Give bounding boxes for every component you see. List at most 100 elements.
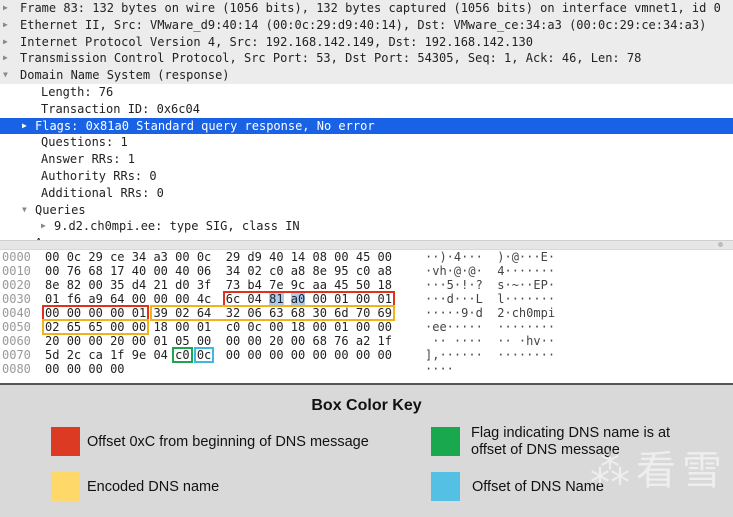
hex-byte[interactable]: 00 xyxy=(67,306,81,320)
hex-byte[interactable]: 00 xyxy=(153,292,167,306)
hex-byte[interactable]: 8e xyxy=(45,278,59,292)
hex-byte[interactable]: a8 xyxy=(291,264,305,278)
hex-byte[interactable]: 45 xyxy=(334,278,348,292)
tree-row[interactable]: ▼ Queries xyxy=(0,202,733,219)
hex-byte[interactable]: 01 xyxy=(197,320,211,334)
hex-byte[interactable]: 04 xyxy=(247,292,261,306)
hex-byte[interactable]: 00 xyxy=(226,348,240,362)
hex-byte[interactable]: 0c xyxy=(197,348,211,362)
hex-byte[interactable]: 76 xyxy=(67,264,81,278)
hex-byte[interactable]: 6c xyxy=(226,292,240,306)
hex-byte[interactable]: 00 xyxy=(110,306,124,320)
hex-bytes[interactable]: 00 0c 29 ce 34 a3 00 0c 29 d9 40 14 08 0… xyxy=(45,250,392,264)
hex-byte[interactable]: 39 xyxy=(153,306,167,320)
hex-byte[interactable]: 20 xyxy=(45,334,59,348)
hex-byte[interactable]: 7e xyxy=(269,278,283,292)
hex-ascii[interactable]: ],······ ········ xyxy=(425,348,555,362)
hex-byte[interactable]: ce xyxy=(110,250,124,264)
tree-row[interactable]: ▶ Transmission Control Protocol, Src Port… xyxy=(0,50,733,68)
pane-splitter[interactable] xyxy=(0,240,733,250)
hex-byte[interactable]: 68 xyxy=(88,264,102,278)
hex-byte[interactable]: 17 xyxy=(110,264,124,278)
hex-byte[interactable]: 35 xyxy=(110,278,124,292)
hex-bytes[interactable]: 20 00 00 20 00 01 05 00 00 00 20 00 68 7… xyxy=(45,334,392,348)
hex-byte[interactable]: f6 xyxy=(67,292,81,306)
hex-byte[interactable]: 29 xyxy=(226,250,240,264)
hex-byte[interactable]: 73 xyxy=(226,278,240,292)
hex-byte[interactable]: 00 xyxy=(312,320,326,334)
hex-byte[interactable]: 20 xyxy=(110,334,124,348)
hex-byte[interactable]: a2 xyxy=(356,334,370,348)
hex-byte[interactable]: aa xyxy=(312,278,326,292)
hex-bytes[interactable]: 00 00 00 00 xyxy=(45,362,125,376)
hex-byte[interactable]: 63 xyxy=(269,306,283,320)
hex-byte[interactable]: 00 xyxy=(247,348,261,362)
hex-byte[interactable]: 00 xyxy=(88,362,102,376)
tree-row[interactable]: Authority RRs: 0 xyxy=(0,168,733,185)
hex-byte[interactable]: 00 xyxy=(226,334,240,348)
packet-details-tree[interactable]: ▶ Frame 83: 132 bytes on wire (1056 bits)… xyxy=(0,0,733,240)
hex-bytes[interactable]: 5d 2c ca 1f 9e 04 c0 0c 00 00 00 00 00 0… xyxy=(45,348,392,362)
hex-byte[interactable]: 34 xyxy=(132,250,146,264)
expand-triangle-icon[interactable]: ▼ xyxy=(3,67,17,84)
hex-byte[interactable]: c0 xyxy=(269,264,283,278)
hex-byte[interactable]: 02 xyxy=(45,320,59,334)
hex-ascii[interactable]: ·ee····· ········ xyxy=(425,320,555,334)
hex-byte[interactable]: 00 xyxy=(378,348,392,362)
hex-byte[interactable]: 00 xyxy=(269,348,283,362)
hex-byte[interactable]: 00 xyxy=(334,250,348,264)
tree-row[interactable]: ▼ Domain Name System (response) xyxy=(0,67,733,84)
tree-row[interactable]: Questions: 1 xyxy=(0,134,733,151)
hex-byte[interactable]: 00 xyxy=(291,334,305,348)
hex-byte[interactable]: 00 xyxy=(110,362,124,376)
collapse-triangle-icon[interactable]: ▶ xyxy=(22,118,32,135)
tree-row[interactable]: ▶ Internet Protocol Version 4, Src: 192.1… xyxy=(0,33,733,51)
hex-byte[interactable]: 00 xyxy=(153,264,167,278)
hex-ascii[interactable]: ·· ···· ·· ·hv·· xyxy=(425,334,555,348)
hex-byte[interactable]: 00 xyxy=(378,250,392,264)
hex-byte[interactable]: 06 xyxy=(197,264,211,278)
hex-byte[interactable]: d0 xyxy=(175,278,189,292)
hex-ascii[interactable]: ···· xyxy=(425,362,454,376)
hex-byte[interactable]: c0 xyxy=(356,264,370,278)
hex-byte[interactable]: 40 xyxy=(132,264,146,278)
hex-byte[interactable]: 00 xyxy=(45,306,59,320)
hex-byte[interactable]: 00 xyxy=(88,334,102,348)
hex-byte[interactable]: c0 xyxy=(175,348,189,362)
hex-byte[interactable]: 9c xyxy=(291,278,305,292)
hex-byte[interactable]: ca xyxy=(88,348,102,362)
hex-byte[interactable]: 00 xyxy=(132,334,146,348)
hex-byte[interactable]: 18 xyxy=(291,320,305,334)
hex-byte[interactable]: d4 xyxy=(132,278,146,292)
hex-byte[interactable]: 00 xyxy=(312,348,326,362)
hex-byte[interactable]: 18 xyxy=(378,278,392,292)
hex-byte[interactable]: 00 xyxy=(67,362,81,376)
collapse-triangle-icon[interactable]: ▶ xyxy=(41,218,51,235)
hex-byte[interactable]: 00 xyxy=(88,278,102,292)
hex-byte[interactable]: 0c xyxy=(197,250,211,264)
hex-bytes[interactable]: 00 00 00 00 01 39 02 64 32 06 63 68 30 6… xyxy=(45,306,392,320)
hex-byte[interactable]: 01 xyxy=(378,292,392,306)
hex-ascii[interactable]: ···d···L l······· xyxy=(425,292,555,306)
hex-byte[interactable]: 01 xyxy=(334,320,348,334)
hex-byte[interactable]: 08 xyxy=(312,250,326,264)
hex-byte[interactable]: 00 xyxy=(197,334,211,348)
hex-byte[interactable]: 81 xyxy=(269,292,284,306)
hex-byte[interactable]: 00 xyxy=(356,292,370,306)
hex-byte[interactable]: 14 xyxy=(291,250,305,264)
tree-row[interactable]: ▶ 9.d2.ch0mpi.ee: type SIG, class IN xyxy=(0,218,733,235)
hex-byte[interactable]: 30 xyxy=(312,306,326,320)
hex-byte[interactable]: 00 xyxy=(247,334,261,348)
hex-byte[interactable]: 02 xyxy=(175,306,189,320)
hex-byte[interactable]: 00 xyxy=(132,292,146,306)
hex-byte[interactable]: 00 xyxy=(269,320,283,334)
hex-byte[interactable]: 50 xyxy=(356,278,370,292)
hex-byte[interactable]: 02 xyxy=(247,264,261,278)
hex-byte[interactable]: 00 xyxy=(88,306,102,320)
hex-ascii[interactable]: ··)·4··· )·@···E· xyxy=(425,250,555,264)
hex-byte[interactable]: 32 xyxy=(226,306,240,320)
hex-byte[interactable]: 00 xyxy=(356,348,370,362)
hex-byte[interactable]: 0c xyxy=(67,250,81,264)
hex-byte[interactable]: 00 xyxy=(356,320,370,334)
hex-byte[interactable]: 5d xyxy=(45,348,59,362)
